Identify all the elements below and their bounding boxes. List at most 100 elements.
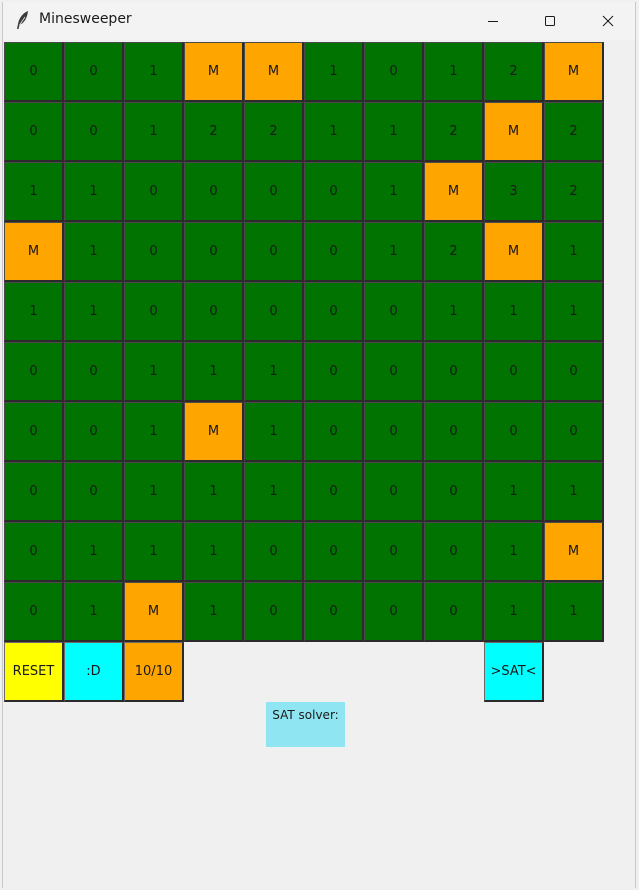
board-cell[interactable]: 1 [244,402,304,462]
board-cell[interactable]: 0 [4,582,64,642]
board-cell[interactable]: 1 [184,342,244,402]
title-bar[interactable]: Minesweeper [3,2,635,40]
board-cell[interactable]: 0 [424,342,484,402]
board-cell[interactable]: 1 [364,102,424,162]
board-cell[interactable]: 1 [124,462,184,522]
minimize-button[interactable] [464,2,522,40]
board-cell[interactable]: 1 [124,42,184,102]
board-cell[interactable]: 0 [124,282,184,342]
reset-button[interactable]: RESET [4,642,64,702]
board-cell[interactable]: 0 [304,522,364,582]
board-cell[interactable]: 0 [4,102,64,162]
board-cell[interactable]: 0 [244,222,304,282]
board-cell[interactable]: 1 [244,342,304,402]
board-cell[interactable]: 1 [64,522,124,582]
board-cell[interactable]: 0 [244,522,304,582]
board-cell[interactable]: 2 [544,162,604,222]
close-button[interactable] [579,2,637,40]
board-cell[interactable]: 1 [424,42,484,102]
board-cell[interactable]: 0 [244,582,304,642]
mine-cell[interactable]: M [424,162,484,222]
board-cell[interactable]: 0 [244,162,304,222]
board-cell[interactable]: 0 [364,282,424,342]
board-cell[interactable]: 0 [64,462,124,522]
mine-cell[interactable]: M [184,402,244,462]
board-cell[interactable]: 1 [124,402,184,462]
board-cell[interactable]: 0 [424,522,484,582]
mine-cell[interactable]: M [244,42,304,102]
board-cell[interactable]: 3 [484,162,544,222]
board-cell[interactable]: 0 [124,222,184,282]
board-cell[interactable]: 0 [304,402,364,462]
board-cell[interactable]: 0 [364,582,424,642]
board-cell[interactable]: 1 [544,222,604,282]
board-cell[interactable]: 1 [544,462,604,522]
board-cell[interactable]: 1 [64,222,124,282]
board-cell[interactable]: 1 [4,282,64,342]
board-cell[interactable]: 2 [184,102,244,162]
board-cell[interactable]: 0 [544,342,604,402]
board-cell[interactable]: 0 [364,402,424,462]
board-cell[interactable]: 0 [4,462,64,522]
board-cell[interactable]: 1 [184,582,244,642]
board-cell[interactable]: 1 [64,162,124,222]
board-cell[interactable]: 0 [4,42,64,102]
board-cell[interactable]: 0 [364,42,424,102]
board-cell[interactable]: 0 [304,162,364,222]
board-cell[interactable]: 0 [364,522,424,582]
board-cell[interactable]: 0 [64,402,124,462]
board-cell[interactable]: 1 [424,282,484,342]
mine-cell[interactable]: M [184,42,244,102]
board-cell[interactable]: 1 [244,462,304,522]
board-cell[interactable]: 0 [64,42,124,102]
board-cell[interactable]: 0 [304,582,364,642]
board-cell[interactable]: 1 [484,462,544,522]
board-cell[interactable]: 1 [544,582,604,642]
board-cell[interactable]: 1 [124,342,184,402]
board-cell[interactable]: 1 [184,522,244,582]
board-cell[interactable]: 2 [424,222,484,282]
board-cell[interactable]: 0 [424,582,484,642]
board-cell[interactable]: 0 [544,402,604,462]
board-cell[interactable]: 0 [244,282,304,342]
board-cell[interactable]: 1 [4,162,64,222]
board-cell[interactable]: 0 [184,222,244,282]
board-cell[interactable]: 1 [364,162,424,222]
board-cell[interactable]: 0 [64,342,124,402]
board-cell[interactable]: 0 [64,102,124,162]
board-cell[interactable]: 1 [124,102,184,162]
board-cell[interactable]: 0 [124,162,184,222]
mine-cell[interactable]: M [484,222,544,282]
board-cell[interactable]: 0 [304,342,364,402]
board-cell[interactable]: 1 [64,282,124,342]
board-cell[interactable]: 0 [424,462,484,522]
board-cell[interactable]: 1 [124,522,184,582]
board-cell[interactable]: 0 [364,462,424,522]
board-cell[interactable]: 1 [184,462,244,522]
board-cell[interactable]: 1 [64,582,124,642]
board-cell[interactable]: 1 [304,102,364,162]
board-cell[interactable]: 1 [364,222,424,282]
board-cell[interactable]: 1 [484,522,544,582]
board-cell[interactable]: 2 [484,42,544,102]
maximize-button[interactable] [521,2,579,40]
board-cell[interactable]: 1 [544,282,604,342]
sat-solve-button[interactable]: >SAT< [484,642,544,702]
board-cell[interactable]: 0 [484,342,544,402]
board-cell[interactable]: 1 [484,582,544,642]
board-cell[interactable]: 2 [544,102,604,162]
board-cell[interactable]: 2 [424,102,484,162]
board-cell[interactable]: 0 [184,282,244,342]
board-cell[interactable]: 0 [4,402,64,462]
mine-cell[interactable]: M [544,522,604,582]
smiley-button[interactable]: :D [64,642,124,702]
board-cell[interactable]: 0 [424,402,484,462]
board-cell[interactable]: 0 [304,222,364,282]
mine-cell[interactable]: M [124,582,184,642]
board-cell[interactable]: 1 [484,282,544,342]
board-cell[interactable]: 0 [304,462,364,522]
mine-cell[interactable]: M [4,222,64,282]
board-cell[interactable]: 0 [4,522,64,582]
board-cell[interactable]: 0 [304,282,364,342]
board-cell[interactable]: 0 [364,342,424,402]
